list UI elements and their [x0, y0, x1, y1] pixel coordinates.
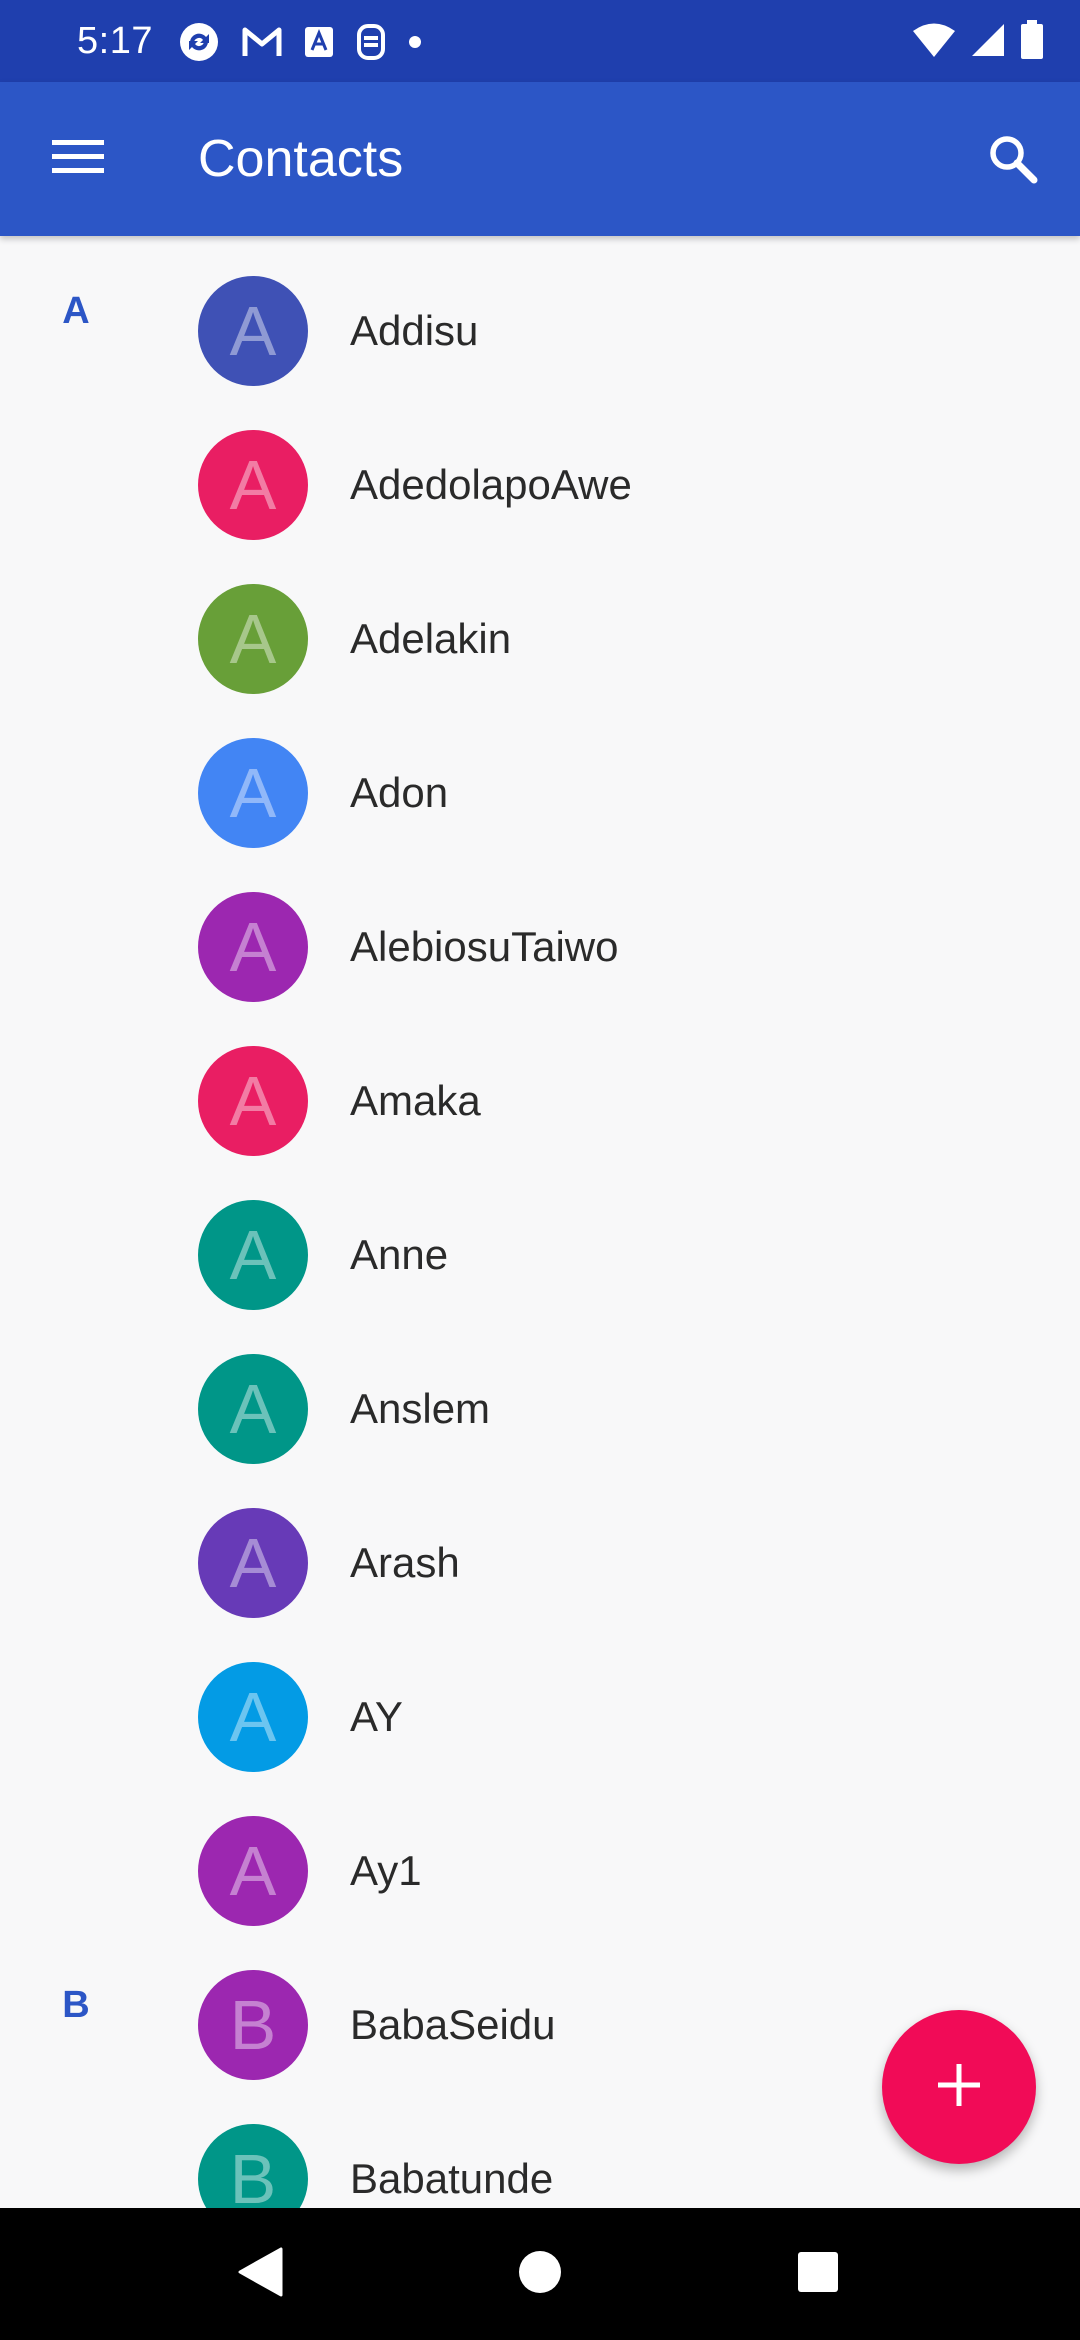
contact-row[interactable]: A Anslem [0, 1314, 1080, 1468]
contact-name: Adon [350, 769, 449, 816]
section-header: B [62, 1984, 90, 2026]
contact-row[interactable]: A Adelakin [0, 544, 1080, 698]
menu-icon [51, 138, 105, 181]
contact-row[interactable]: A Anne [0, 1160, 1080, 1314]
contact-name: AdedolapoAwe [350, 461, 632, 508]
contact-row[interactable]: A A Addisu [0, 236, 1080, 390]
page-title: Contacts [198, 130, 404, 188]
contact-name: Arash [350, 1539, 460, 1586]
avatar: B [198, 2124, 308, 2208]
contact-name: BabaSeidu [350, 2001, 556, 2048]
avatar: A [198, 584, 308, 694]
recents-icon [797, 2251, 839, 2298]
avatar: A [198, 1816, 308, 1926]
menu-button[interactable] [40, 127, 116, 191]
status-system-icons [912, 19, 1044, 65]
sync-icon [178, 21, 220, 63]
navigation-bar [0, 2208, 1080, 2340]
contact-row[interactable]: A Arash [0, 1468, 1080, 1622]
status-time: 5:17 [77, 20, 153, 62]
contact-name: Babatunde [350, 2155, 554, 2202]
contact-name: Ay1 [350, 1847, 422, 1894]
back-icon [237, 2247, 283, 2302]
contact-name: Adelakin [350, 615, 512, 662]
avatar: A [198, 276, 308, 386]
contact-row[interactable]: A Amaka [0, 1006, 1080, 1160]
contact-name: Amaka [350, 1077, 481, 1124]
contact-name: AlebiosuTaiwo [350, 923, 619, 970]
wifi-icon [912, 22, 956, 63]
contact-row[interactable]: A Ay1 [0, 1776, 1080, 1930]
text-a-icon [304, 26, 334, 58]
dot-icon [408, 35, 422, 49]
gmail-icon [242, 26, 282, 58]
avatar: A [198, 1354, 308, 1464]
avatar: A [198, 738, 308, 848]
avatar: A [198, 430, 308, 540]
battery-icon [1020, 19, 1044, 65]
avatar: A [198, 1200, 308, 1310]
avatar: A [198, 892, 308, 1002]
sim-icon [356, 23, 386, 61]
home-icon [518, 2250, 562, 2299]
contact-name: Addisu [350, 307, 479, 354]
section-header: A [62, 290, 90, 332]
contact-row[interactable]: A AY [0, 1622, 1080, 1776]
add-icon [936, 2062, 982, 2113]
back-button[interactable] [190, 2208, 330, 2340]
avatar: A [198, 1508, 308, 1618]
contact-name: AY [350, 1693, 403, 1740]
avatar: B [198, 1970, 308, 2080]
cell-signal-icon [970, 22, 1006, 63]
search-icon [987, 133, 1039, 190]
status-notification-icons [178, 22, 422, 62]
avatar: A [198, 1046, 308, 1156]
contact-name: Anslem [350, 1385, 491, 1432]
status-bar: 5:17 [0, 0, 1080, 82]
contact-row[interactable]: A Adon [0, 698, 1080, 852]
home-button[interactable] [470, 2208, 610, 2340]
contact-row[interactable]: A AlebiosuTaiwo [0, 852, 1080, 1006]
recents-button[interactable] [748, 2208, 888, 2340]
add-contact-button[interactable] [882, 2010, 1036, 2164]
contact-name: Anne [350, 1231, 449, 1278]
contact-list[interactable]: A A Addisu A AdedolapoAwe A Adelakin A A… [0, 236, 1080, 2208]
app-bar: Contacts [0, 82, 1080, 236]
avatar: A [198, 1662, 308, 1772]
search-button[interactable] [976, 124, 1050, 198]
contact-row[interactable]: A AdedolapoAwe [0, 390, 1080, 544]
